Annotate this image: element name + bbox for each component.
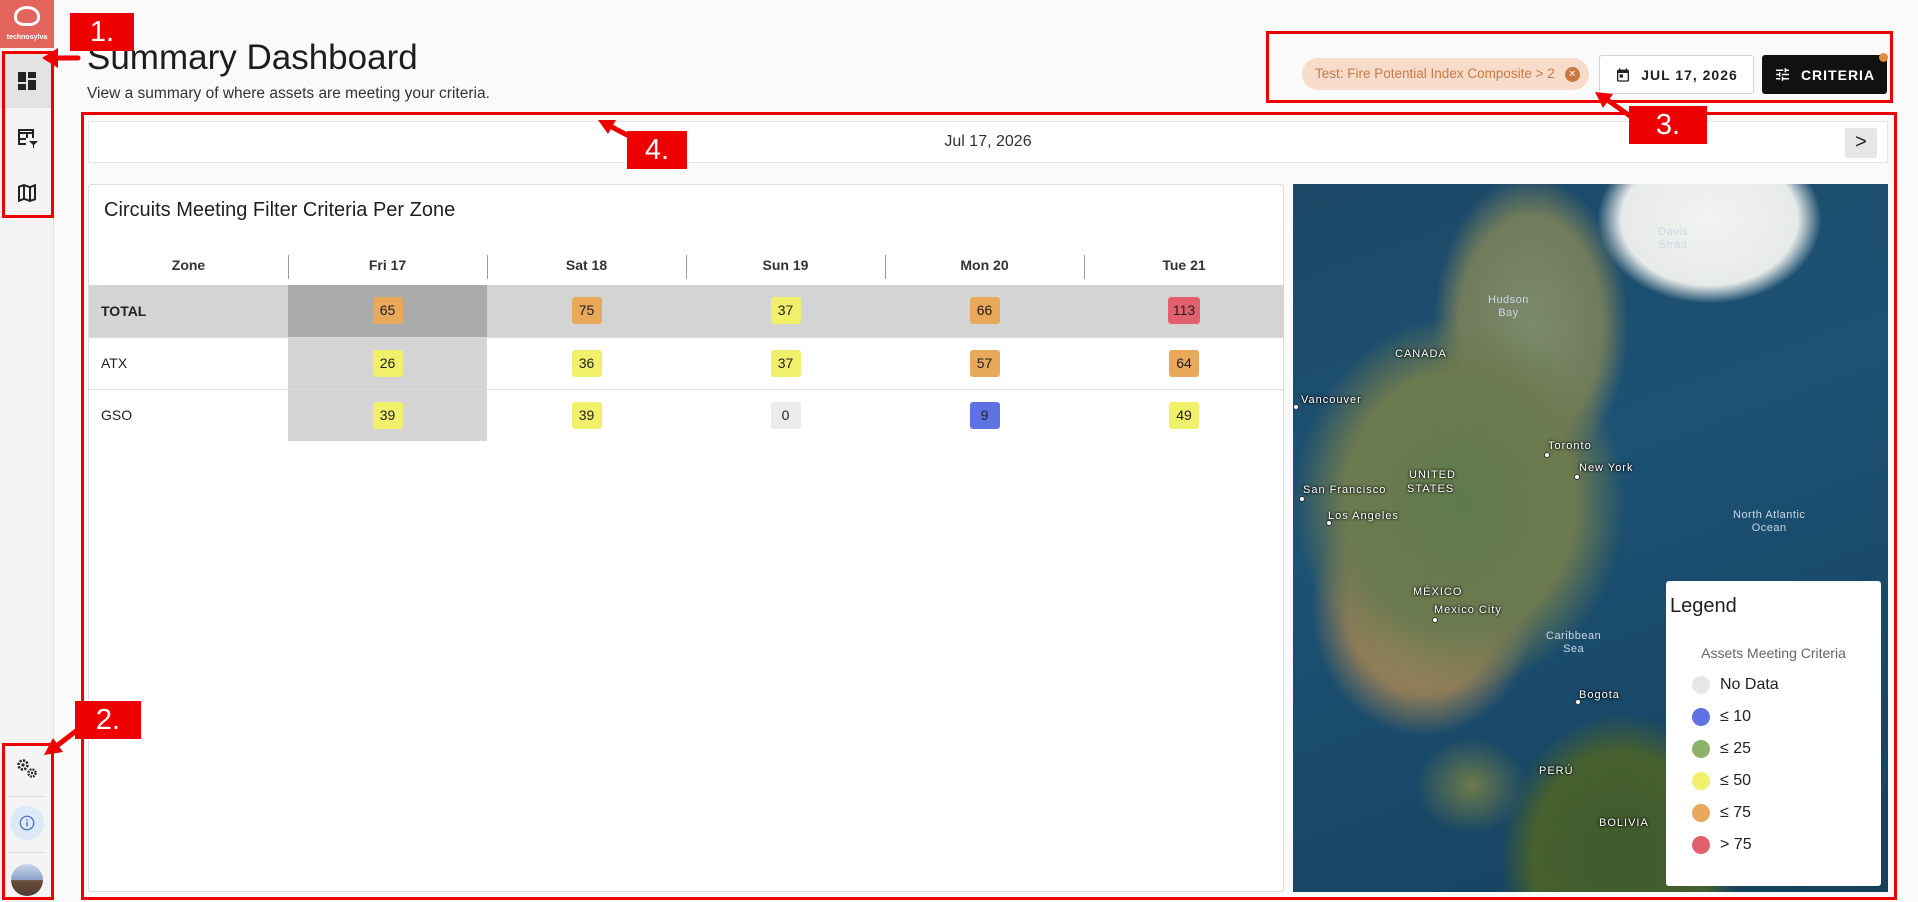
logo-mark-icon: [14, 6, 40, 26]
annotation-box-2: [2, 743, 54, 900]
annotation-label-4: 4.: [627, 131, 687, 169]
annotation-box-1: [2, 51, 54, 218]
page-subtitle: View a summary of where assets are meeti…: [87, 85, 490, 102]
annotation-box-4: [81, 112, 1897, 900]
annotation-label-3: 3.: [1629, 106, 1707, 144]
app-root: technosylva Summary Dashboard View a sum…: [0, 0, 1918, 902]
logo-text: technosylva: [6, 34, 48, 41]
page-title: Summary Dashboard: [87, 38, 418, 77]
annotation-box-3: [1266, 31, 1893, 103]
annotation-label-2: 2.: [75, 701, 141, 739]
annotation-label-1: 1.: [70, 13, 134, 51]
logo[interactable]: technosylva: [0, 0, 54, 48]
